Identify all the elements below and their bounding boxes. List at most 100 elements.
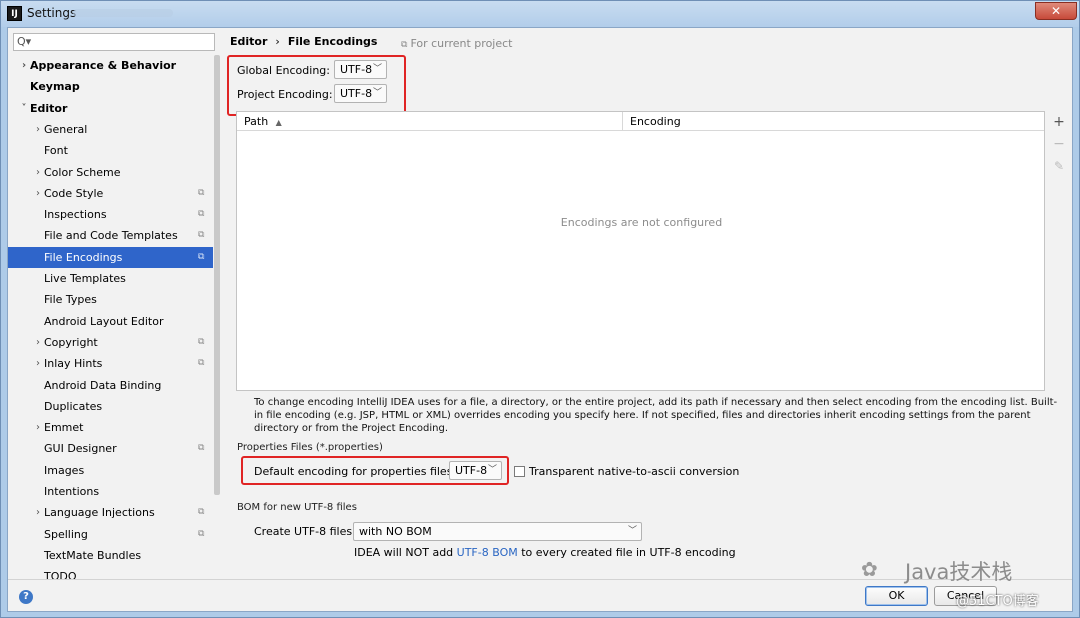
sidebar-item-duplicates[interactable]: Duplicates xyxy=(8,396,213,417)
project-scope-icon: ⧉ xyxy=(401,40,408,50)
create-utf8-files-label: Create UTF-8 files: xyxy=(254,525,356,538)
project-scope-icon: ⧉ xyxy=(198,230,205,240)
sidebar-item-appearance-behavior[interactable]: › Appearance & Behavior xyxy=(8,55,213,76)
sidebar-item-code-style[interactable]: › Code Style ⧉ xyxy=(8,183,213,204)
chevron-right-icon[interactable]: › xyxy=(33,417,43,438)
watermark-site: @51CTO博客 xyxy=(956,594,1039,609)
remove-icon[interactable]: − xyxy=(1047,133,1071,155)
sidebar-item-file-types[interactable]: File Types xyxy=(8,289,213,310)
sidebar-item-copyright[interactable]: › Copyright ⧉ xyxy=(8,332,213,353)
window-title: Settings xyxy=(27,6,77,20)
sidebar-item-font[interactable]: Font xyxy=(8,140,213,161)
sidebar-item-label: Appearance & Behavior xyxy=(30,59,177,72)
sidebar-item-label: Editor xyxy=(30,102,68,115)
sidebar-item-label: Intentions xyxy=(44,485,100,498)
search-icon: Q▾ xyxy=(17,35,32,48)
sidebar-item-label: Keymap xyxy=(30,80,80,93)
sidebar-item-gui-designer[interactable]: GUI Designer ⧉ xyxy=(8,438,213,459)
settings-sidebar: Q▾ › Appearance & Behavior Keymap ˅ Editor › G… xyxy=(8,28,221,579)
transparent-conversion-checkbox[interactable] xyxy=(514,466,525,477)
add-icon[interactable]: + xyxy=(1047,111,1071,133)
sidebar-item-spelling[interactable]: Spelling ⧉ xyxy=(8,524,213,545)
sidebar-item-label: General xyxy=(44,123,88,136)
chevron-down-icon[interactable]: ˅ xyxy=(19,98,29,119)
chevron-right-icon[interactable]: › xyxy=(33,332,43,353)
project-scope-icon: ⧉ xyxy=(198,529,205,539)
sidebar-item-label: Android Layout Editor xyxy=(44,315,164,328)
sidebar-item-label: File Encodings xyxy=(44,251,123,264)
chevron-right-icon[interactable]: › xyxy=(33,119,43,140)
sidebar-item-emmet[interactable]: › Emmet xyxy=(8,417,213,438)
sidebar-item-label: Code Style xyxy=(44,187,104,200)
sidebar-item-label: Inlay Hints xyxy=(44,357,103,370)
project-scope-icon: ⧉ xyxy=(198,252,205,262)
breadcrumb: Editor › File Encodings xyxy=(230,35,377,48)
chevron-down-icon: ﹀ xyxy=(627,526,637,536)
sidebar-item-color-scheme[interactable]: › Color Scheme xyxy=(8,162,213,183)
sidebar-item-label: Emmet xyxy=(44,421,84,434)
chevron-right-icon[interactable]: › xyxy=(33,353,43,374)
sidebar-item-file-and-code-templates[interactable]: File and Code Templates ⧉ xyxy=(8,225,213,246)
window-close-button[interactable]: ✕ xyxy=(1035,2,1077,20)
sidebar-item-language-injections[interactable]: › Language Injections ⧉ xyxy=(8,502,213,523)
sidebar-item-label: GUI Designer xyxy=(44,442,117,455)
create-utf8-files-select[interactable]: with NO BOM ﹀ xyxy=(353,522,642,541)
sidebar-item-label: Font xyxy=(44,144,68,157)
sidebar-item-file-encodings[interactable]: File Encodings ⧉ xyxy=(8,247,213,268)
for-current-project-label: For current project xyxy=(410,37,513,50)
sidebar-item-intentions[interactable]: Intentions xyxy=(8,481,213,502)
sidebar-item-label: TODO xyxy=(44,570,77,579)
column-header-path[interactable]: Path ▲ xyxy=(237,112,623,131)
sidebar-item-editor[interactable]: ˅ Editor xyxy=(8,98,213,119)
sidebar-item-label: Duplicates xyxy=(44,400,103,413)
transparent-conversion-label: Transparent native-to-ascii conversion xyxy=(529,465,740,478)
sidebar-item-keymap[interactable]: Keymap xyxy=(8,76,213,97)
sidebar-scrollbar[interactable] xyxy=(214,55,220,495)
sidebar-item-textmate-bundles[interactable]: TextMate Bundles xyxy=(8,545,213,566)
sidebar-item-general[interactable]: › General xyxy=(8,119,213,140)
project-scope-icon: ⧉ xyxy=(198,507,205,517)
sidebar-item-label: Copyright xyxy=(44,336,98,349)
settings-window: IJ Settings ✕ Q▾ › Appearance & Behavior K… xyxy=(0,0,1080,618)
breadcrumb-file-encodings: File Encodings xyxy=(287,35,378,48)
watermark-text: Java技术栈 xyxy=(905,560,1013,584)
sidebar-item-label: Android Data Binding xyxy=(44,379,162,392)
sidebar-item-inlay-hints[interactable]: › Inlay Hints ⧉ xyxy=(8,353,213,374)
sidebar-item-label: Inspections xyxy=(44,208,107,221)
sidebar-item-android-layout-editor[interactable]: Android Layout Editor xyxy=(8,311,213,332)
sidebar-item-label: File and Code Templates xyxy=(44,229,178,242)
project-scope-icon: ⧉ xyxy=(198,188,205,198)
sidebar-item-label: File Types xyxy=(44,293,97,306)
sidebar-item-images[interactable]: Images xyxy=(8,460,213,481)
highlight-box-properties xyxy=(241,456,509,485)
ok-button[interactable]: OK xyxy=(865,586,928,606)
create-utf8-files-value: with NO BOM xyxy=(359,525,432,538)
sidebar-item-android-data-binding[interactable]: Android Data Binding xyxy=(8,375,213,396)
sidebar-item-todo[interactable]: TODO xyxy=(8,566,213,579)
empty-table-message: Encodings are not configured xyxy=(560,216,723,229)
bom-note-suffix: to every created file in UTF-8 encoding xyxy=(517,546,736,559)
bom-note: IDEA will NOT add UTF-8 BOM to every cre… xyxy=(354,546,736,559)
utf8-bom-link[interactable]: UTF-8 BOM xyxy=(457,546,518,559)
sidebar-item-inspections[interactable]: Inspections ⧉ xyxy=(8,204,213,225)
highlight-box-encodings xyxy=(227,55,406,116)
edit-icon[interactable]: ✎ xyxy=(1047,155,1071,177)
title-bar: IJ Settings ✕ xyxy=(1,1,1079,27)
chevron-right-icon[interactable]: › xyxy=(19,55,29,76)
sidebar-item-live-templates[interactable]: Live Templates xyxy=(8,268,213,289)
chevron-right-icon[interactable]: › xyxy=(33,183,43,204)
sidebar-item-label: Color Scheme xyxy=(44,166,121,179)
path-encoding-table[interactable]: Path ▲ Encoding Encodings are not config… xyxy=(236,111,1045,391)
project-scope-icon: ⧉ xyxy=(198,337,205,347)
project-scope-icon: ⧉ xyxy=(198,443,205,453)
column-header-encoding[interactable]: Encoding xyxy=(623,112,1044,131)
chevron-right-icon[interactable]: › xyxy=(33,502,43,523)
chevron-right-icon[interactable]: › xyxy=(33,162,43,183)
settings-search-input[interactable]: Q▾ xyxy=(13,33,215,51)
properties-section-title: Properties Files (*.properties) xyxy=(237,442,383,453)
bom-section-title: BOM for new UTF-8 files xyxy=(237,502,357,513)
sort-ascending-icon: ▲ xyxy=(275,118,282,127)
help-icon[interactable]: ? xyxy=(19,590,33,604)
sidebar-item-label: Language Injections xyxy=(44,506,155,519)
wechat-logo-icon: ✿ xyxy=(861,557,878,581)
